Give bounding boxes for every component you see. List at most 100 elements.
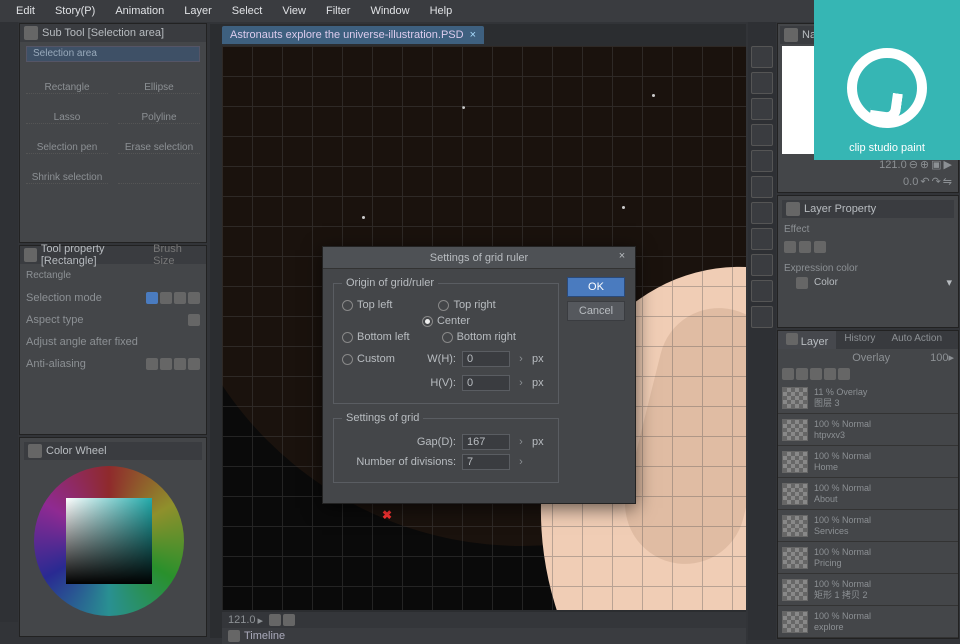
layer-row[interactable]: 100 % NormalAbout bbox=[778, 478, 958, 510]
flip-h-icon[interactable]: ⇋ bbox=[943, 175, 952, 188]
menu-view[interactable]: View bbox=[272, 5, 316, 17]
opacity-value[interactable]: 100 bbox=[930, 352, 948, 364]
radio-top-left[interactable]: Top left bbox=[342, 299, 392, 311]
grid-icon[interactable] bbox=[751, 280, 773, 302]
ruler-icon[interactable] bbox=[751, 254, 773, 276]
spinner-icon[interactable]: › bbox=[516, 456, 526, 468]
wh-input[interactable]: 0 bbox=[462, 351, 510, 367]
chevron-right-icon[interactable]: ▸ bbox=[948, 351, 954, 364]
divisions-input[interactable]: 7 bbox=[462, 454, 510, 470]
menu-select[interactable]: Select bbox=[222, 5, 273, 17]
radio-bottom-left[interactable]: Bottom left bbox=[342, 331, 410, 343]
menu-layer[interactable]: Layer bbox=[174, 5, 222, 17]
subtool-category[interactable]: Selection area bbox=[26, 46, 200, 62]
menu-edit[interactable]: Edit bbox=[6, 5, 45, 17]
menu-story[interactable]: Story(P) bbox=[45, 5, 105, 17]
subtool-erase-selection[interactable]: Erase selection bbox=[118, 126, 200, 154]
quickmask-icon[interactable] bbox=[751, 176, 773, 198]
lock-alpha-icon[interactable] bbox=[796, 368, 808, 380]
document-tab[interactable]: Astronauts explore the universe-illustra… bbox=[222, 26, 484, 44]
aa-mid-icon[interactable] bbox=[174, 358, 186, 370]
reference-layer-icon[interactable] bbox=[824, 368, 836, 380]
border-effect-icon[interactable] bbox=[784, 241, 796, 253]
zoom-value[interactable]: 121.0 bbox=[228, 614, 256, 626]
subtool-selection-pen[interactable]: Selection pen bbox=[26, 126, 108, 154]
selection-invert-icon[interactable] bbox=[751, 98, 773, 120]
cancel-button[interactable]: Cancel bbox=[567, 301, 625, 321]
gap-input[interactable]: 167 bbox=[462, 434, 510, 450]
layer-row[interactable]: 11 % Overlay图层 3 bbox=[778, 382, 958, 414]
timeline-panel[interactable]: Timeline bbox=[222, 628, 746, 644]
menu-help[interactable]: Help bbox=[420, 5, 463, 17]
mode-intersect-icon[interactable] bbox=[188, 292, 200, 304]
dialog-title-bar[interactable]: Settings of grid ruler × bbox=[323, 247, 635, 269]
menu-window[interactable]: Window bbox=[360, 5, 419, 17]
layer-row[interactable]: 100 % NormalServices bbox=[778, 510, 958, 542]
mode-sub-icon[interactable] bbox=[174, 292, 186, 304]
adjust-angle-row[interactable]: Adjust angle after fixed bbox=[26, 331, 200, 353]
snap-icon[interactable] bbox=[751, 228, 773, 250]
layer-from-sel-icon[interactable] bbox=[751, 202, 773, 224]
chevron-down-icon[interactable]: ▾ bbox=[946, 276, 952, 289]
aa-none-icon[interactable] bbox=[146, 358, 158, 370]
blend-mode-select[interactable]: Overlay bbox=[852, 352, 890, 364]
rotate-right-icon[interactable]: ↷ bbox=[932, 175, 941, 188]
aa-strong-icon[interactable] bbox=[188, 358, 200, 370]
color-wheel-header[interactable]: Color Wheel bbox=[24, 442, 202, 460]
close-icon[interactable]: × bbox=[615, 250, 629, 264]
search-icon[interactable] bbox=[751, 46, 773, 68]
radio-center[interactable]: Center bbox=[422, 315, 470, 327]
subtool-polyline[interactable]: Polyline bbox=[118, 96, 200, 124]
radio-custom[interactable]: Custom bbox=[342, 353, 395, 365]
perspective-icon[interactable] bbox=[751, 306, 773, 328]
color-square[interactable] bbox=[66, 498, 152, 584]
subtool-panel-header[interactable]: Sub Tool [Selection area] bbox=[20, 24, 206, 42]
tab-auto-action[interactable]: Auto Action bbox=[883, 331, 950, 349]
aspect-type-row[interactable]: Aspect type bbox=[26, 309, 200, 331]
lock-icon[interactable] bbox=[782, 368, 794, 380]
layer-row[interactable]: 100 % Normal矩形 1 拷贝 2 bbox=[778, 574, 958, 606]
tone-effect-icon[interactable] bbox=[799, 241, 811, 253]
layer-row[interactable]: 100 % Normalexplore bbox=[778, 606, 958, 638]
close-icon[interactable]: × bbox=[470, 29, 476, 41]
expression-color-value[interactable]: Color bbox=[814, 277, 838, 288]
selection-shrink-icon[interactable] bbox=[751, 150, 773, 172]
radio-bottom-right[interactable]: Bottom right bbox=[442, 331, 516, 343]
layer-row[interactable]: 100 % NormalPricing bbox=[778, 542, 958, 574]
selection-expand-icon[interactable] bbox=[751, 124, 773, 146]
clip-mask-icon[interactable] bbox=[810, 368, 822, 380]
spinner-icon[interactable]: › bbox=[516, 436, 526, 448]
ok-button[interactable]: OK bbox=[567, 277, 625, 297]
toolprop-tab-brushsize[interactable]: Brush Size bbox=[153, 243, 202, 267]
hv-input[interactable]: 0 bbox=[462, 375, 510, 391]
layer-list[interactable]: 11 % Overlay图层 3100 % Normalhtpvxv3100 %… bbox=[778, 382, 958, 638]
subtool-ellipse[interactable]: Ellipse bbox=[118, 66, 200, 94]
layer-row[interactable]: 100 % Normalhtpvxv3 bbox=[778, 414, 958, 446]
mode-add-icon[interactable] bbox=[160, 292, 172, 304]
antialias-row[interactable]: Anti-aliasing bbox=[26, 353, 200, 375]
menu-animation[interactable]: Animation bbox=[105, 5, 174, 17]
subtool-lasso[interactable]: Lasso bbox=[26, 96, 108, 124]
aa-weak-icon[interactable] bbox=[160, 358, 172, 370]
spinner-icon[interactable]: › bbox=[516, 353, 526, 365]
subtool-shrink-selection[interactable]: Shrink selection bbox=[26, 156, 108, 184]
mode-new-icon[interactable] bbox=[146, 292, 158, 304]
rotate-left-icon[interactable]: ↶ bbox=[920, 175, 929, 188]
spinner-icon[interactable]: › bbox=[516, 377, 526, 389]
chevron-down-icon[interactable] bbox=[188, 314, 200, 326]
menu-filter[interactable]: Filter bbox=[316, 5, 360, 17]
layer-row[interactable]: 100 % NormalHome bbox=[778, 446, 958, 478]
nav-angle-value[interactable]: 0.0 bbox=[903, 176, 918, 188]
radio-top-right[interactable]: Top right bbox=[438, 299, 495, 311]
zoom-out-icon[interactable] bbox=[269, 614, 281, 626]
selection-mode-row[interactable]: Selection mode bbox=[26, 287, 200, 309]
tab-history[interactable]: History bbox=[836, 331, 883, 349]
subtool-rectangle[interactable]: Rectangle bbox=[26, 66, 108, 94]
selection-float-icon[interactable] bbox=[751, 72, 773, 94]
nav-zoom-value[interactable]: 121.0 bbox=[879, 159, 907, 171]
tool-property-header[interactable]: Tool property [Rectangle] Brush Size bbox=[20, 246, 206, 264]
zoom-in-icon[interactable] bbox=[283, 614, 295, 626]
draft-layer-icon[interactable] bbox=[838, 368, 850, 380]
layer-color-icon[interactable] bbox=[814, 241, 826, 253]
tab-layer[interactable]: Layer bbox=[778, 331, 836, 349]
